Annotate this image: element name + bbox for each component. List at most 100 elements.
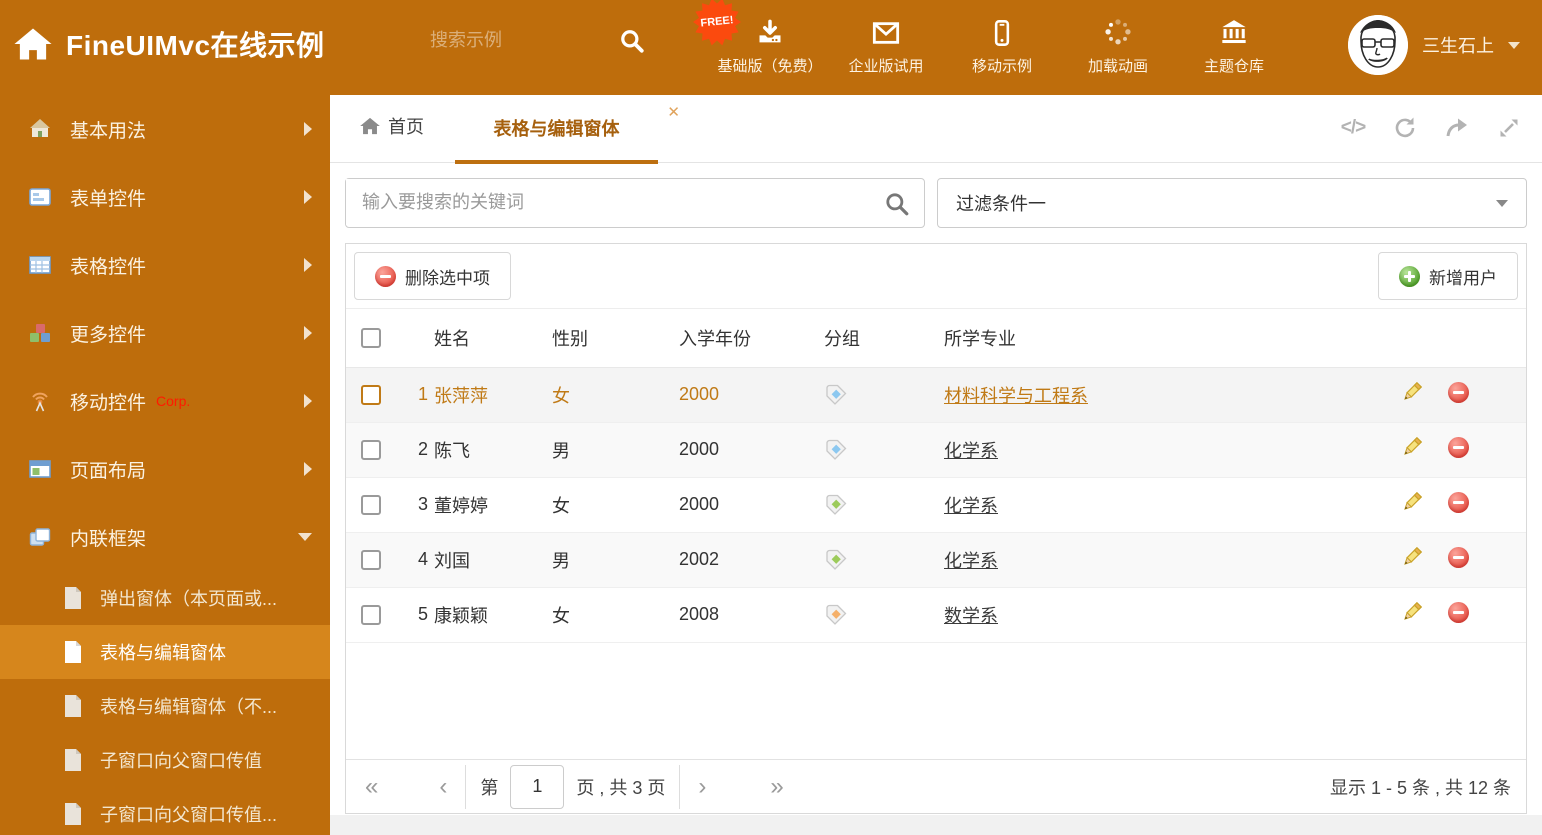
sidebar-item-more-controls[interactable]: 更多控件 bbox=[0, 299, 330, 367]
cell-year: 2002 bbox=[679, 532, 824, 588]
chevron-down-icon bbox=[298, 533, 312, 541]
cell-year: 2000 bbox=[679, 367, 824, 423]
search-icon[interactable] bbox=[884, 191, 910, 217]
tab-grid-edit-window[interactable]: 表格与编辑窗体 ✕ bbox=[455, 95, 680, 164]
sidebar-subitem-label: 子窗口向父窗口传值 bbox=[100, 751, 262, 771]
delete-row-button[interactable] bbox=[1448, 491, 1472, 516]
plus-circle-icon bbox=[1399, 265, 1420, 287]
sidebar-item-page-layout[interactable]: 页面布局 bbox=[0, 435, 330, 503]
major-link[interactable]: 化学系 bbox=[944, 441, 998, 461]
major-link[interactable]: 化学系 bbox=[944, 496, 998, 516]
nav-item-theme-store[interactable]: 主题仓库 bbox=[1176, 0, 1292, 95]
edit-row-button[interactable] bbox=[1400, 490, 1424, 514]
corp-badge: Corp. bbox=[156, 393, 191, 409]
col-header-group: 分组 bbox=[824, 309, 944, 368]
add-user-button[interactable]: 新增用户 bbox=[1378, 252, 1518, 300]
page-number-input[interactable] bbox=[510, 764, 565, 809]
row-checkbox[interactable] bbox=[361, 549, 381, 570]
nav-item-mobile-demo[interactable]: 移动示例 bbox=[944, 0, 1060, 95]
sidebar-subitem-grid-edit-window-no[interactable]: 表格与编辑窗体（不... bbox=[0, 679, 330, 733]
edit-row-button[interactable] bbox=[1400, 435, 1424, 459]
sidebar-item-form-controls[interactable]: 表单控件 bbox=[0, 163, 330, 231]
first-page-icon[interactable]: « bbox=[361, 774, 379, 799]
delete-row-button[interactable] bbox=[1448, 436, 1472, 461]
row-checkbox[interactable] bbox=[361, 439, 381, 460]
nav-label: 移动示例 bbox=[971, 58, 1032, 75]
cell-group bbox=[824, 367, 944, 423]
tab-toolbar: </> bbox=[1340, 115, 1522, 141]
cell-group bbox=[824, 477, 944, 533]
sidebar-item-grid-controls[interactable]: 表格控件 bbox=[0, 231, 330, 299]
free-badge: FREE! bbox=[693, 0, 741, 46]
chevron-down-icon bbox=[1508, 41, 1520, 49]
chevron-right-icon bbox=[304, 394, 312, 408]
close-icon[interactable]: ✕ bbox=[667, 103, 680, 121]
table-row[interactable]: 2 陈飞男 2000 化学系 bbox=[346, 422, 1526, 478]
edit-row-button[interactable] bbox=[1400, 545, 1424, 569]
minus-circle-icon bbox=[1448, 601, 1469, 623]
major-link[interactable]: 化学系 bbox=[944, 551, 998, 571]
sidebar-subitem-child-to-parent-2[interactable]: 子窗口向父窗口传值... bbox=[0, 787, 330, 835]
table-row[interactable]: 3 董婷婷女 2000 化学系 bbox=[346, 477, 1526, 533]
delete-row-button[interactable] bbox=[1448, 546, 1472, 571]
cell-gender: 女 bbox=[552, 477, 679, 533]
nav-label: 企业版试用 bbox=[848, 58, 924, 75]
sidebar-item-label: 更多控件 bbox=[70, 324, 147, 346]
view-source-icon[interactable]: </> bbox=[1340, 115, 1366, 141]
minus-circle-icon bbox=[1448, 491, 1469, 513]
house-icon bbox=[28, 117, 52, 141]
table-row[interactable]: 1 张萍萍女 2000 材料科学与工程系 bbox=[346, 367, 1526, 423]
app-logo[interactable]: FineUIMvc在线示例 bbox=[14, 24, 325, 64]
row-checkbox[interactable] bbox=[361, 604, 381, 625]
last-page-icon[interactable]: » bbox=[766, 774, 784, 799]
prev-page-icon[interactable]: ‹ bbox=[435, 774, 451, 799]
select-all-checkbox[interactable] bbox=[361, 327, 381, 348]
col-header-year: 入学年份 bbox=[679, 309, 824, 368]
header-search-input[interactable] bbox=[430, 30, 590, 51]
sidebar-subitem-child-to-parent[interactable]: 子窗口向父窗口传值 bbox=[0, 733, 330, 787]
nav-item-loading-anim[interactable]: 加载动画 bbox=[1060, 0, 1176, 95]
delete-row-button[interactable] bbox=[1448, 381, 1472, 406]
tab-home[interactable]: 首页 bbox=[360, 113, 424, 139]
divider bbox=[679, 764, 681, 809]
expand-icon[interactable] bbox=[1496, 115, 1522, 141]
delete-selected-label: 删除选中项 bbox=[405, 268, 490, 288]
sidebar-subitem-popup-window[interactable]: 弹出窗体（本页面或... bbox=[0, 571, 330, 625]
app-title: FineUIMvc在线示例 bbox=[66, 30, 325, 61]
file-icon bbox=[62, 694, 84, 718]
file-icon bbox=[62, 748, 84, 772]
major-link[interactable]: 材料科学与工程系 bbox=[944, 386, 1088, 406]
sidebar-item-iframe[interactable]: 内联框架 bbox=[0, 503, 330, 571]
sidebar-item-mobile-controls[interactable]: 移动控件 Corp. bbox=[0, 367, 330, 435]
header-search[interactable] bbox=[430, 28, 645, 54]
download-icon bbox=[755, 19, 785, 47]
home-icon bbox=[360, 117, 380, 135]
share-icon[interactable] bbox=[1444, 115, 1470, 141]
header-search-icon[interactable] bbox=[619, 28, 645, 54]
edit-row-button[interactable] bbox=[1400, 600, 1424, 624]
refresh-icon[interactable] bbox=[1392, 115, 1418, 141]
nav-label: 主题仓库 bbox=[1203, 58, 1264, 75]
sidebar-item-basic-usage[interactable]: 基本用法 bbox=[0, 95, 330, 163]
filter-dropdown[interactable]: 过滤条件一 bbox=[937, 178, 1527, 228]
row-checkbox[interactable] bbox=[361, 384, 381, 405]
page-suffix: 页 , 共 3 页 bbox=[576, 777, 666, 798]
delete-selected-button[interactable]: 删除选中项 bbox=[354, 252, 511, 300]
cell-name: 陈飞 bbox=[434, 422, 552, 478]
edit-pencil-icon bbox=[1404, 381, 1423, 400]
row-checkbox[interactable] bbox=[361, 494, 381, 515]
tag-icon bbox=[826, 604, 847, 625]
major-link[interactable]: 数学系 bbox=[944, 606, 998, 626]
nav-item-enterprise-trial[interactable]: 企业版试用 bbox=[828, 0, 944, 95]
grid-empty-area bbox=[346, 643, 1526, 760]
edit-row-button[interactable] bbox=[1400, 380, 1424, 404]
keyword-search-input[interactable] bbox=[346, 179, 846, 225]
col-header-gender: 性别 bbox=[552, 309, 679, 368]
table-row[interactable]: 5 康颖颖女 2008 数学系 bbox=[346, 587, 1526, 643]
user-menu[interactable]: 三生石上 bbox=[1348, 15, 1520, 75]
next-page-icon[interactable]: › bbox=[694, 774, 710, 799]
table-row[interactable]: 4 刘国男 2002 化学系 bbox=[346, 532, 1526, 588]
cell-name: 董婷婷 bbox=[434, 477, 552, 533]
sidebar-subitem-grid-edit-window[interactable]: 表格与编辑窗体 bbox=[0, 625, 330, 679]
delete-row-button[interactable] bbox=[1448, 601, 1472, 626]
